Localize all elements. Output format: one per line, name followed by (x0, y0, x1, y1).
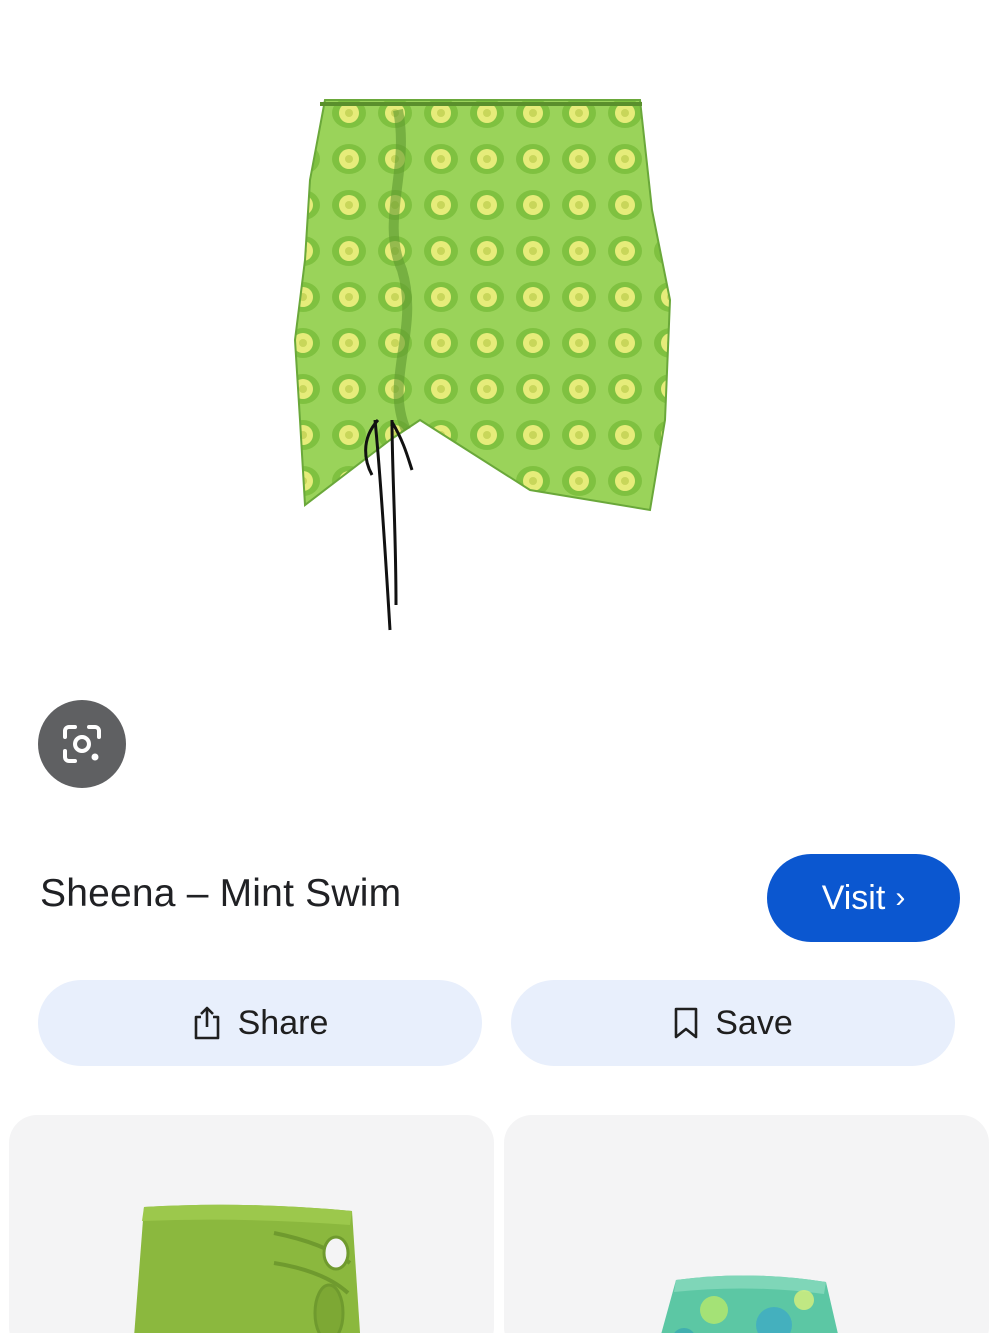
chevron-right-icon: › (895, 881, 906, 914)
related-result-card[interactable] (504, 1115, 989, 1333)
related-product-image (661, 1275, 838, 1333)
camera-lens-icon (63, 725, 101, 763)
share-button[interactable]: Share (38, 980, 482, 1066)
share-button-label: Share (237, 1003, 329, 1042)
save-button[interactable]: Save (511, 980, 955, 1066)
related-product-image (134, 1204, 361, 1333)
product-title: Sheena – Mint Swim (40, 872, 402, 915)
product-image (293, 99, 672, 631)
visit-button[interactable]: Visit › (767, 854, 960, 942)
share-icon (194, 1006, 219, 1040)
bookmark-icon (674, 1007, 698, 1039)
google-lens-button[interactable] (38, 700, 126, 788)
save-button-label: Save (715, 1003, 793, 1042)
visit-button-label: Visit (821, 878, 886, 917)
product-image-area[interactable] (0, 0, 999, 680)
related-result-card[interactable] (9, 1115, 494, 1333)
